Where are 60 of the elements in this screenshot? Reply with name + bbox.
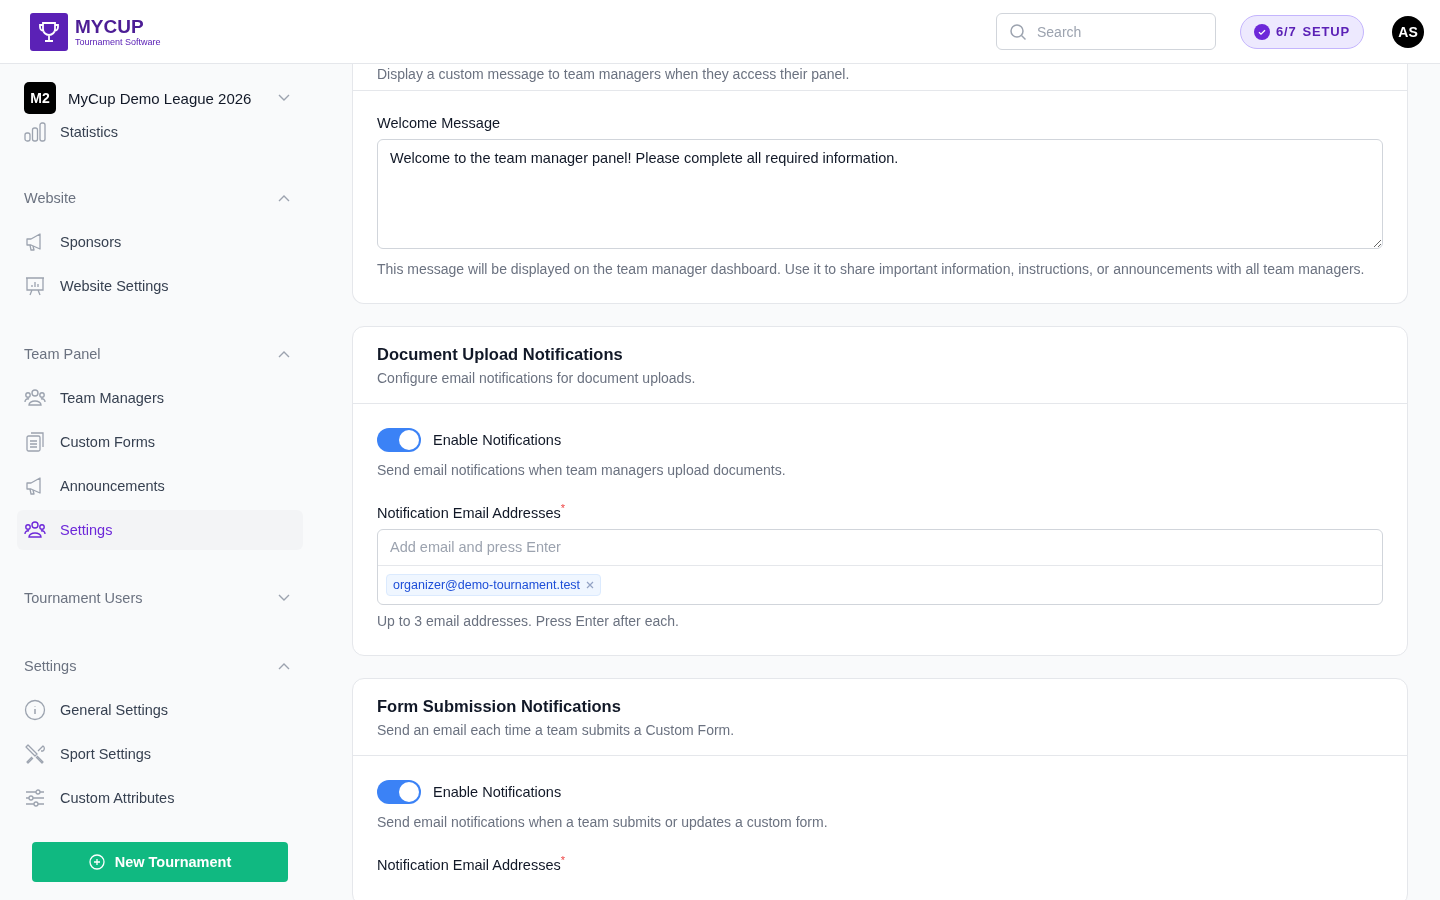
card-title: Document Upload Notifications bbox=[377, 345, 624, 364]
trophy-logo-icon bbox=[30, 12, 68, 51]
card-subtitle: Configure email notifications for document uploads. bbox=[377, 370, 697, 386]
sidebar-item[interactable]: Statistics bbox=[17, 114, 303, 150]
help-text: Send email notifications when team managers upload documents. bbox=[377, 461, 787, 480]
section-title: Settings bbox=[24, 658, 77, 674]
field-label: Notification Email Addresses$^{*}$ bbox=[377, 853, 567, 873]
presentation-board-icon bbox=[24, 276, 46, 296]
bar-chart-icon bbox=[24, 122, 46, 142]
field-label: Welcome Message bbox=[377, 115, 502, 131]
card-subtitle: Send an email each time a team submits a Custom Form. bbox=[377, 721, 736, 738]
sidebar-item[interactable]: Custom Attributes bbox=[17, 778, 303, 818]
setup-progress-button[interactable]: 6/7 SETUP bbox=[1240, 14, 1364, 49]
plus-circle-icon bbox=[88, 854, 105, 870]
section-header[interactable]: Settings bbox=[24, 656, 304, 676]
sidebar-item[interactable]: Team Managers bbox=[17, 378, 303, 418]
email-tag: organizer@demo-tournament.test bbox=[386, 573, 602, 596]
section-header[interactable]: Website bbox=[24, 188, 304, 208]
group-icon bbox=[24, 520, 46, 540]
toggle-switch[interactable] bbox=[377, 428, 421, 452]
section-header[interactable]: Team Panel bbox=[24, 344, 304, 364]
search-icon bbox=[1009, 23, 1027, 41]
card-title: Form Submission Notifications bbox=[377, 696, 622, 716]
section-title: Website bbox=[24, 190, 77, 206]
group-icon bbox=[24, 388, 46, 408]
email-input-field[interactable]: Add email and press Enter bbox=[378, 529, 1382, 566]
toggle-switch[interactable] bbox=[377, 779, 421, 804]
remove-icon[interactable] bbox=[586, 580, 595, 589]
help-text: Send email notifications when a team submits or updates a custom form. bbox=[377, 812, 829, 832]
help-text: This message will be displayed on the team manager dashboard. Use it to share important information, instructions, or announcements with all team managers. bbox=[377, 260, 1366, 279]
sidebar-item[interactable]: Custom Forms bbox=[17, 422, 303, 462]
logo-title: MYCUP bbox=[75, 16, 145, 37]
sliders-icon bbox=[24, 788, 46, 808]
toggle-label: Enable Notifications bbox=[433, 432, 562, 448]
info-icon bbox=[24, 699, 46, 721]
logo-subtitle: Tournament Software bbox=[75, 36, 161, 47]
sidebar-item[interactable]: General Settings bbox=[17, 690, 303, 730]
card-subtitle: Display a custom message to team managers when they access their panel. bbox=[377, 66, 851, 82]
help-text: Up to 3 email addresses. Press Enter after each. bbox=[377, 611, 680, 631]
clipboard-icon bbox=[24, 432, 46, 452]
welcome-message-field[interactable]: Welcome to the team manager panel! Please complete all required information. bbox=[377, 139, 1383, 249]
sidebar-item[interactable]: Sport Settings bbox=[17, 734, 303, 774]
league-selector[interactable]: M2 MyCup Demo League 2026 bbox=[24, 82, 304, 114]
sidebar-item[interactable]: Sponsors bbox=[17, 222, 303, 262]
tools-icon bbox=[24, 743, 46, 765]
sidebar-item[interactable]: Settings bbox=[17, 510, 303, 550]
chevron-down-icon bbox=[278, 94, 290, 102]
email-list-field[interactable]: Add email and press Enter organizer@demo-tournament.test bbox=[377, 528, 1383, 605]
field-label: Notification Email Addresses$^{*}$ bbox=[377, 502, 567, 521]
section-title: Team Panel bbox=[24, 346, 101, 362]
league-badge: M2 bbox=[24, 82, 56, 114]
league-name: MyCup Demo League 2026 bbox=[68, 89, 253, 107]
sidebar-item[interactable]: Announcements bbox=[17, 466, 303, 506]
toggle-label: Enable Notifications bbox=[433, 783, 562, 800]
section-header[interactable]: Tournament Users bbox=[24, 588, 304, 608]
sidebar-item[interactable]: Website Settings bbox=[17, 266, 303, 306]
check-icon bbox=[1254, 23, 1271, 40]
section-title: Tournament Users bbox=[24, 590, 143, 606]
search-field[interactable]: Search bbox=[996, 13, 1216, 50]
user-avatar[interactable]: AS bbox=[1392, 15, 1424, 48]
